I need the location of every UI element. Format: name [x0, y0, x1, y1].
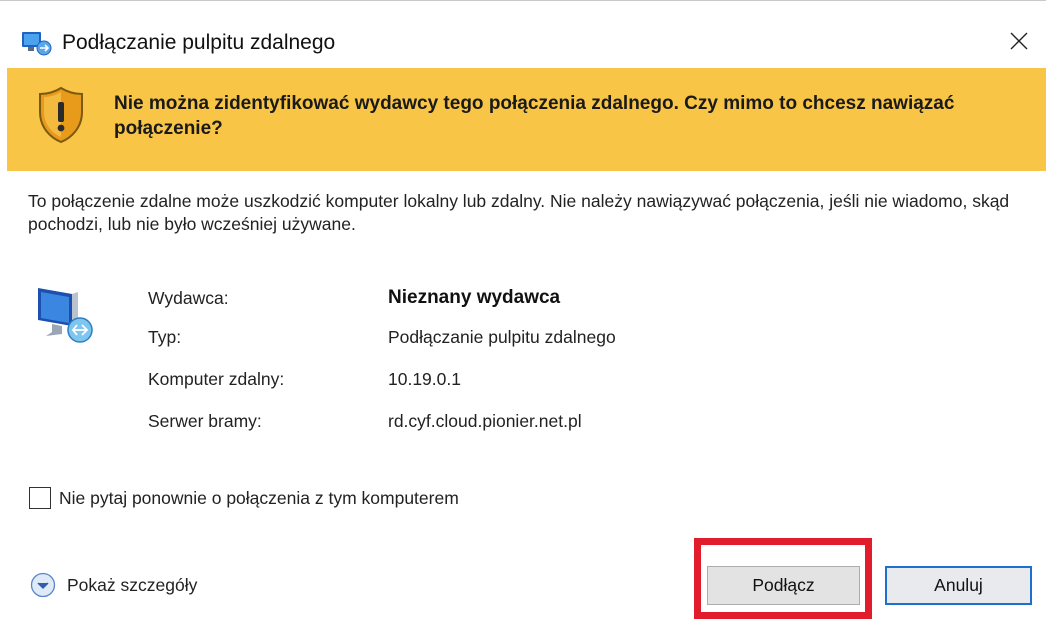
info-value-type: Podłączanie pulpitu zdalnego: [388, 327, 616, 347]
close-button[interactable]: [992, 17, 1046, 65]
remote-computer-icon: [38, 288, 93, 343]
description-text: To połączenie zdalne może uszkodzić komp…: [28, 191, 1010, 234]
info-value-remote-computer: 10.19.0.1: [388, 369, 461, 389]
close-icon: [1010, 32, 1028, 50]
info-label-gateway: Serwer bramy:: [148, 411, 262, 431]
info-label-type: Typ:: [148, 327, 182, 347]
connect-button[interactable]: Podłącz: [707, 566, 860, 605]
window-title: Podłączanie pulpitu zdalnego: [62, 31, 336, 54]
shield-warning-icon: [39, 86, 83, 144]
title-bar: Podłączanie pulpitu zdalnego: [0, 1, 1046, 68]
info-label-remote-computer: Komputer zdalny:: [148, 369, 285, 389]
remote-desktop-icon: [22, 32, 52, 56]
show-details-link[interactable]: Pokaż szczegóły: [67, 572, 197, 598]
warning-text: Nie można zidentyfikować wydawcy tego po…: [114, 93, 955, 139]
warning-banner: Nie można zidentyfikować wydawcy tego po…: [7, 68, 1046, 171]
dont-ask-again-checkbox[interactable]: [29, 487, 51, 509]
info-value-publisher: Nieznany wydawca: [388, 287, 561, 308]
dont-ask-again-label[interactable]: Nie pytaj ponownie o połączenia z tym ko…: [59, 485, 459, 511]
info-label-publisher: Wydawca:: [148, 288, 229, 308]
chevron-down-circle-icon[interactable]: [30, 572, 56, 598]
info-value-gateway: rd.cyf.cloud.pionier.net.pl: [388, 411, 582, 431]
cancel-button[interactable]: Anuluj: [885, 566, 1032, 605]
